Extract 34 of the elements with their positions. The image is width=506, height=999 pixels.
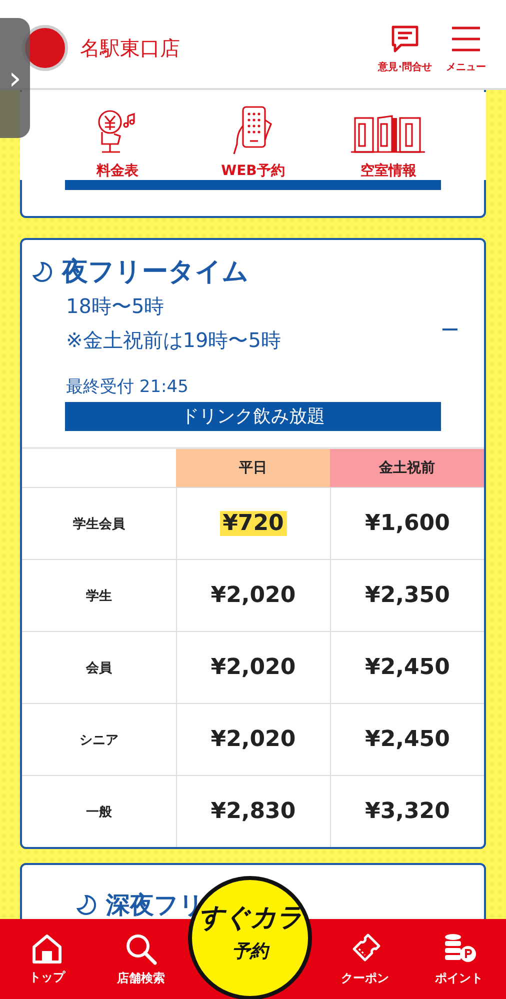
row-label: 会員: [22, 632, 176, 704]
column-header: 平日: [176, 448, 330, 488]
header-action[interactable]: 意見·問合せ: [378, 24, 432, 74]
price-cell: ¥720: [176, 488, 330, 560]
nav-item[interactable]: ポイント: [412, 932, 506, 986]
price-cell: ¥2,020: [176, 632, 330, 704]
menu-icon: [450, 24, 482, 54]
shortcut-link[interactable]: WEB予約: [198, 102, 308, 180]
nav-item[interactable]: クーポン: [318, 932, 412, 986]
row-label: シニア: [22, 704, 176, 776]
nav-item[interactable]: トップ: [0, 932, 94, 986]
row-label: 学生: [22, 560, 176, 632]
nav-item[interactable]: 店舗検索: [94, 932, 188, 986]
home-icon: [30, 932, 64, 964]
column-header: 金土祝前: [330, 448, 484, 488]
expand-toggle[interactable]: −: [436, 314, 464, 342]
row-label: 一般: [22, 776, 176, 847]
price-cell: ¥3,320: [330, 776, 484, 847]
shortcut-link[interactable]: 空室情報: [333, 102, 444, 180]
chat-icon: [390, 24, 420, 54]
drink-banner: ドリンク飲み放題: [65, 402, 441, 431]
header-action[interactable]: メニュー: [446, 24, 486, 74]
last-order-time: 最終受付 21:45: [65, 376, 190, 399]
row-label: 学生会員: [22, 488, 176, 560]
plan-hours: 18時〜5時: [65, 293, 166, 320]
search-icon: [124, 932, 158, 966]
plan-title: 夜フリータイム: [62, 256, 249, 289]
price-cell: ¥1,600: [330, 488, 484, 560]
price-cell: ¥2,020: [176, 704, 330, 776]
store-name: 名駅東口店: [80, 34, 180, 62]
shortcut-link[interactable]: 料金表: [62, 102, 173, 180]
side-tab[interactable]: ›: [0, 18, 30, 138]
plan-hours: ※金土祝前は19時〜5時: [65, 327, 282, 354]
price-cell: ¥2,020: [176, 560, 330, 632]
